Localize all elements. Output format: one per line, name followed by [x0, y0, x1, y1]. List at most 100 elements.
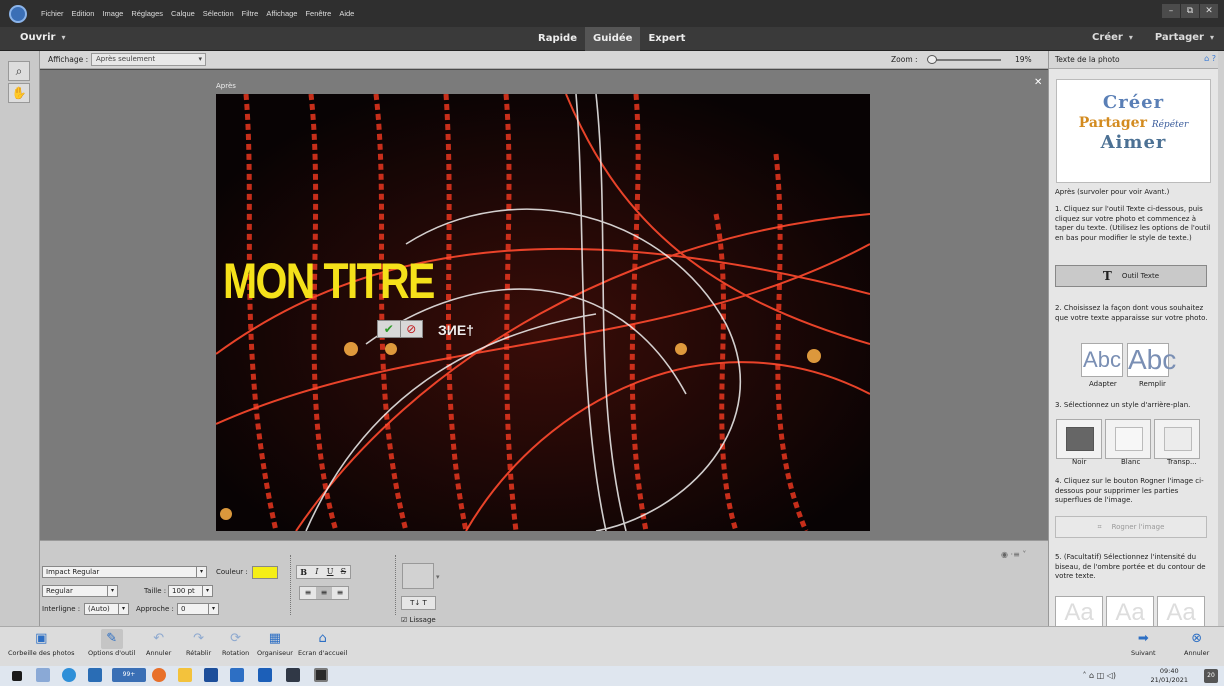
align-center-icon[interactable]: ≡	[316, 587, 332, 599]
font-family-select[interactable]: Impact Regular ▾	[42, 566, 207, 578]
edge-icon[interactable]	[62, 668, 76, 682]
tab-guidee[interactable]: Guidée	[584, 27, 641, 51]
close-window-button[interactable]: ✕	[1200, 4, 1218, 18]
step2-text: 2. Choisissez la façon dont vous souhait…	[1055, 304, 1208, 322]
cancel-button[interactable]: ⊗ Annuler	[1184, 629, 1209, 657]
panel-menu-icons[interactable]: ◉ ·≡ ˅	[1001, 550, 1026, 559]
commit-check-icon[interactable]: ✔	[378, 321, 400, 337]
app-icon[interactable]	[230, 668, 244, 682]
step1-text: 1. Cliquez sur l'outil Texte ci-dessous,…	[1055, 205, 1211, 242]
file-explorer-icon[interactable]	[178, 668, 192, 682]
view-select[interactable]: Après seulement ▾	[91, 53, 206, 66]
text-in-progress[interactable]: ЗИЕ†	[438, 322, 474, 338]
tab-rapide[interactable]: Rapide	[530, 27, 585, 51]
cancel-edit-icon[interactable]: ⊘	[399, 321, 423, 337]
underline-button[interactable]: U	[324, 566, 337, 578]
menu-aide[interactable]: Aide	[339, 9, 354, 18]
defender-icon[interactable]	[88, 668, 102, 682]
fill-text-option[interactable]: Abc	[1127, 343, 1176, 377]
menu-selection[interactable]: Sélection	[203, 9, 234, 18]
align-right-icon[interactable]: ≡	[332, 587, 348, 599]
menu-filtre[interactable]: Filtre	[242, 9, 259, 18]
organizer-icon: ▦	[268, 631, 282, 646]
menu-fichier[interactable]: Fichier	[41, 9, 64, 18]
antialias-label: Lissage	[409, 616, 436, 624]
crop-image-button[interactable]: ⌗ Rogner l'image	[1055, 516, 1207, 538]
menu-fenetre[interactable]: Fenêtre	[305, 9, 331, 18]
bg-style-white[interactable]	[1105, 419, 1151, 459]
next-button[interactable]: ➡ Suivant	[1131, 629, 1156, 657]
bevel-light-option[interactable]: Aa	[1055, 596, 1103, 626]
text-orientation-button[interactable]: T↓ T	[401, 596, 436, 610]
italic-button[interactable]: I	[310, 566, 323, 578]
clock[interactable]: 09:40 21/01/2021	[1151, 667, 1188, 685]
text-tool-button[interactable]: T Outil Texte	[1055, 265, 1207, 287]
fill-label: Remplir	[1139, 380, 1166, 388]
font-size-field[interactable]: 100 pt ▾	[168, 585, 213, 597]
zoom-slider-track[interactable]	[929, 59, 1001, 61]
mail-badge-icon[interactable]: 99+	[112, 668, 146, 682]
zoom-value: 19%	[1015, 55, 1032, 64]
windows-start-icon[interactable]	[12, 671, 22, 681]
zoom-slider-handle[interactable]	[927, 55, 938, 64]
hand-tool-icon[interactable]: ✋	[8, 83, 30, 103]
menu-affichage[interactable]: Affichage	[266, 9, 297, 18]
bg-style-transparent[interactable]	[1154, 419, 1200, 459]
text-style-picker[interactable]	[402, 563, 434, 589]
panel-scrollbar[interactable]	[1218, 51, 1224, 626]
tab-expert[interactable]: Expert	[640, 27, 693, 51]
zoom-tool-icon[interactable]: ⌕	[8, 61, 30, 81]
step4-text: 4. Cliquez sur le bouton Rogner l'image …	[1055, 477, 1204, 504]
menu-calque[interactable]: Calque	[171, 9, 195, 18]
text-tool-label: Outil Texte	[1121, 272, 1160, 280]
zoom-label: Zoom :	[891, 55, 918, 64]
menu-edition[interactable]: Edition	[72, 9, 95, 18]
photo-title-text[interactable]: MON TITRE	[223, 256, 435, 306]
photo-bin-button[interactable]: ▣ Corbeille des photos	[8, 629, 75, 657]
fit-text-option[interactable]: Abc	[1081, 343, 1123, 377]
close-view-button[interactable]: ✕	[1034, 77, 1042, 88]
undo-button[interactable]: ↶ Annuler	[146, 629, 171, 657]
system-tray-icons[interactable]: ˄ ⌂ ◫ ◁)	[1082, 671, 1116, 680]
bg-style-black[interactable]	[1056, 419, 1102, 459]
elements-editor-icon[interactable]	[314, 668, 328, 682]
share-button[interactable]: Partager ▾	[1155, 32, 1214, 43]
tool-options-button[interactable]: ✎ Options d'outil	[88, 629, 135, 657]
organizer-button[interactable]: ▦ Organiseur	[257, 629, 293, 657]
redo-label: Rétablir	[186, 649, 212, 657]
next-label: Suivant	[1131, 649, 1156, 657]
strikethrough-button[interactable]: S	[337, 566, 350, 578]
leading-field[interactable]: (Auto) ▾	[84, 603, 129, 615]
open-button[interactable]: Ouvrir ▾	[20, 32, 65, 43]
text-color-swatch[interactable]	[252, 566, 278, 579]
menu-reglages[interactable]: Réglages	[131, 9, 163, 18]
photos-icon[interactable]	[204, 668, 218, 682]
home-help-icons[interactable]: ⌂ ?	[1204, 54, 1216, 63]
task-view-icon[interactable]	[36, 668, 50, 682]
antialias-checkbox[interactable]: ☑ Lissage	[401, 616, 436, 624]
font-style-select[interactable]: Regular ▾	[42, 585, 118, 597]
restore-button[interactable]: ⧉	[1181, 4, 1199, 18]
chevron-down-icon: ▾	[196, 567, 206, 577]
bevel-medium-option[interactable]: Aa	[1106, 596, 1154, 626]
rotate-button[interactable]: ⟳ Rotation	[222, 629, 249, 657]
redo-button[interactable]: ↷ Rétablir	[186, 629, 211, 657]
app-logo-icon[interactable]	[9, 4, 27, 23]
word-icon[interactable]	[258, 668, 272, 682]
terminal-icon[interactable]	[286, 668, 300, 682]
notification-center-icon[interactable]: 20	[1204, 669, 1218, 683]
create-button[interactable]: Créer ▾	[1092, 32, 1133, 43]
minimize-button[interactable]: –	[1162, 4, 1180, 18]
effect-preview[interactable]: Créer Partager Répéter Aimer	[1056, 79, 1211, 183]
bold-button[interactable]: B	[297, 566, 310, 578]
home-screen-button[interactable]: ⌂ Ecran d'accueil	[298, 629, 347, 657]
bevel-strong-option[interactable]: Aa	[1157, 596, 1205, 626]
leading-label: Interligne :	[42, 605, 81, 613]
photo-canvas[interactable]: MON TITRE ✔ ⊘ ЗИЕ†	[216, 94, 870, 531]
chevron-down-icon[interactable]: ▾	[436, 573, 440, 581]
menu-image[interactable]: Image	[102, 9, 123, 18]
align-left-icon[interactable]: ≡	[300, 587, 316, 599]
clock-date: 21/01/2021	[1150, 676, 1188, 684]
firefox-icon[interactable]	[152, 668, 166, 682]
tracking-field[interactable]: 0 ▾	[177, 603, 219, 615]
